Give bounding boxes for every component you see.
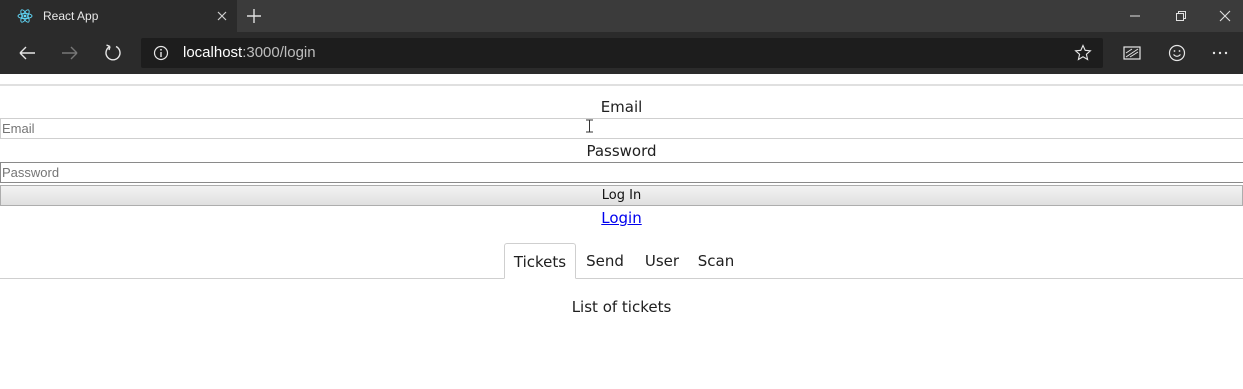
- close-window-button[interactable]: [1202, 0, 1243, 32]
- page-content: Email Password Log In Login Tickets Send…: [0, 74, 1243, 389]
- tab-user[interactable]: User: [643, 243, 681, 279]
- restore-icon: [1176, 11, 1186, 21]
- info-icon[interactable]: [153, 45, 169, 61]
- smiley-icon[interactable]: [1166, 42, 1188, 64]
- password-field[interactable]: [0, 162, 1243, 183]
- tab-tickets[interactable]: Tickets: [504, 243, 576, 279]
- divider: [0, 84, 1243, 86]
- tab-send[interactable]: Send: [584, 243, 626, 279]
- star-icon[interactable]: [1074, 44, 1092, 62]
- email-label: Email: [600, 98, 643, 116]
- restore-button[interactable]: [1158, 0, 1204, 32]
- more-icon[interactable]: [1209, 42, 1231, 64]
- refresh-icon[interactable]: [102, 42, 124, 64]
- url-text[interactable]: localhost:3000/login: [183, 44, 316, 62]
- url-host: localhost: [183, 44, 243, 61]
- tab-scan[interactable]: Scan: [697, 243, 735, 279]
- password-label: Password: [586, 142, 657, 160]
- browser-tab[interactable]: React App: [0, 0, 237, 32]
- address-bar[interactable]: localhost:3000/login: [141, 38, 1103, 68]
- reading-view-icon[interactable]: [1121, 42, 1143, 64]
- login-link-container: Login: [0, 209, 1243, 227]
- text-cursor-icon: [586, 119, 593, 133]
- close-icon[interactable]: [214, 8, 230, 24]
- plus-icon[interactable]: [245, 7, 263, 25]
- log-in-button[interactable]: Log In: [0, 185, 1243, 206]
- tickets-panel-text: List of tickets: [571, 298, 672, 316]
- close-window-icon: [1219, 10, 1231, 22]
- browser-tab-bar: React App: [0, 0, 1243, 32]
- browser-toolbar: localhost:3000/login: [0, 32, 1243, 74]
- back-arrow-icon[interactable]: [16, 42, 38, 64]
- email-field[interactable]: [0, 118, 1243, 139]
- url-path: :3000/login: [242, 44, 316, 61]
- minimize-button[interactable]: [1112, 0, 1158, 32]
- minimize-icon: [1130, 15, 1140, 17]
- forward-arrow-icon[interactable]: [59, 42, 81, 64]
- tab-title: React App: [43, 9, 99, 23]
- login-link[interactable]: Login: [601, 209, 641, 227]
- react-favicon-icon: [17, 9, 33, 23]
